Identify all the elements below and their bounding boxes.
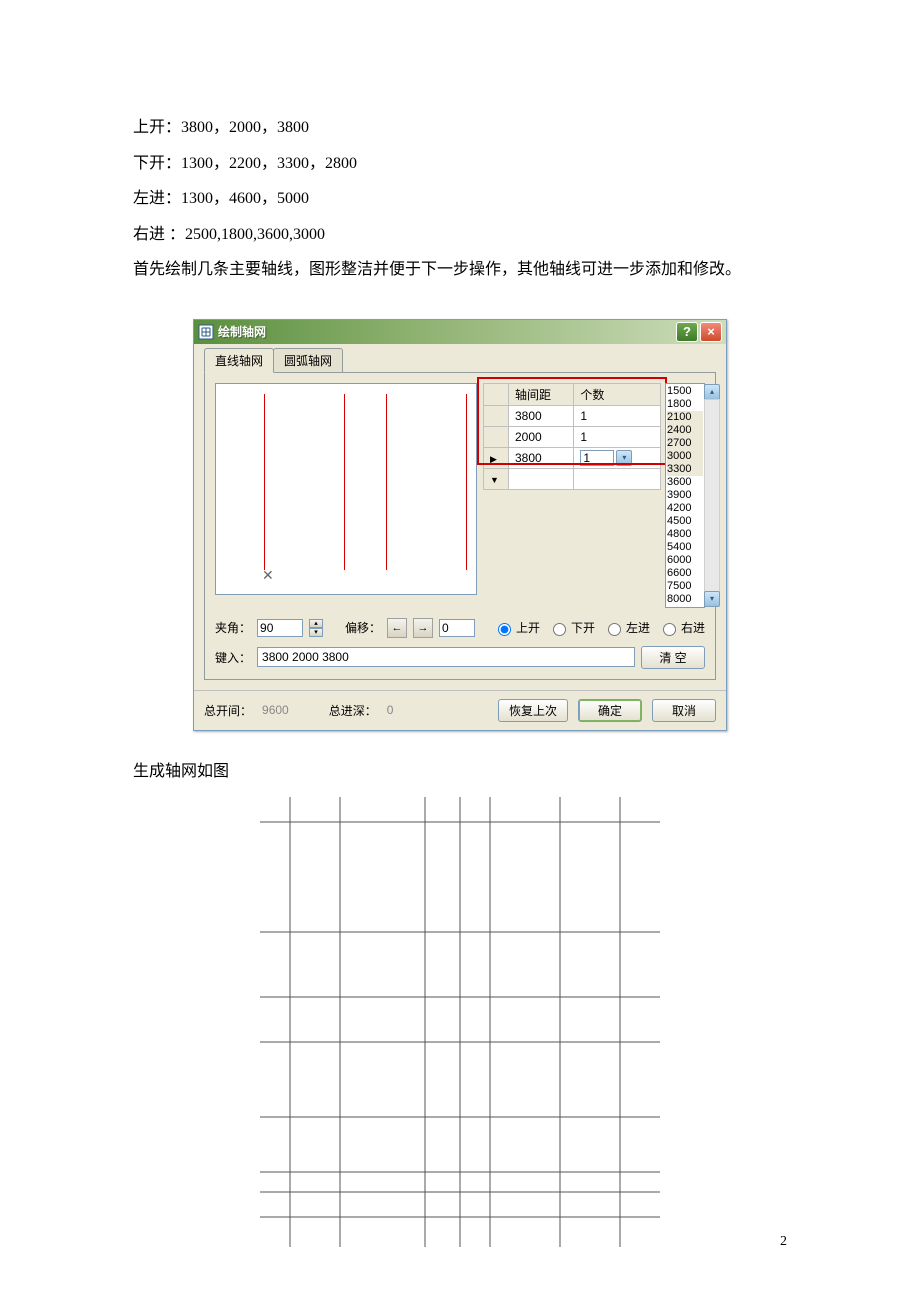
- list-item[interactable]: 2100: [667, 411, 703, 424]
- spin-down-icon[interactable]: ▾: [309, 628, 323, 637]
- dialog-title: 绘制轴网: [218, 323, 266, 340]
- radio-left[interactable]: 左进: [603, 619, 650, 636]
- radio-right[interactable]: 右进: [658, 619, 705, 636]
- close-button[interactable]: ×: [700, 322, 722, 342]
- col-count: 个数: [574, 383, 661, 405]
- list-item[interactable]: 3300: [667, 463, 703, 476]
- angle-input[interactable]: [257, 619, 303, 637]
- table-cell[interactable]: 3800: [509, 405, 574, 426]
- angle-label: 夹角：: [215, 619, 251, 636]
- cancel-button[interactable]: 取消: [652, 699, 716, 722]
- total-span-label: 总开间：: [204, 702, 252, 719]
- angle-spinner[interactable]: ▴ ▾: [309, 619, 323, 637]
- result-label: 生成轴网如图: [133, 757, 787, 781]
- intro-l1: 上开：3800，2000，3800: [133, 115, 787, 141]
- total-depth-label: 总进深：: [329, 702, 377, 719]
- list-item[interactable]: 2400: [667, 424, 703, 437]
- marker-x-icon: ✕: [262, 567, 274, 584]
- list-item[interactable]: 2700: [667, 437, 703, 450]
- offset-right-button[interactable]: →: [413, 618, 433, 638]
- table-cell[interactable]: 1: [574, 426, 661, 447]
- list-item[interactable]: 7500: [667, 580, 703, 593]
- intro-l2: 下开：1300，2200，3300，2800: [133, 151, 787, 177]
- scrollbar-track[interactable]: [704, 399, 720, 592]
- radio-bottom[interactable]: 下开: [548, 619, 595, 636]
- list-item[interactable]: 5400: [667, 541, 703, 554]
- size-list[interactable]: 1500 1800 2100 2400 2700 3000 3300 3600 …: [665, 383, 705, 608]
- spacing-table[interactable]: 轴间距个数 38001 20001 3800 ▾: [483, 383, 661, 490]
- keyin-input[interactable]: [257, 647, 635, 667]
- app-icon: [198, 324, 214, 340]
- table-cell[interactable]: 1: [574, 405, 661, 426]
- list-item[interactable]: 4200: [667, 502, 703, 515]
- intro-text: 上开：3800，2000，3800 下开：1300，2200，3300，2800…: [133, 115, 787, 283]
- list-item[interactable]: 1500: [667, 385, 703, 398]
- clear-button[interactable]: 清 空: [641, 646, 705, 669]
- offset-input[interactable]: [439, 619, 475, 637]
- radio-top[interactable]: 上开: [493, 619, 540, 636]
- page-number: 2: [780, 1234, 787, 1250]
- tab-straight-grid[interactable]: 直线轴网: [204, 348, 274, 373]
- table-cell-edit[interactable]: ▾: [574, 447, 661, 468]
- list-item[interactable]: 6600: [667, 567, 703, 580]
- scroll-up-icon[interactable]: ▴: [704, 384, 720, 400]
- count-input[interactable]: [580, 450, 614, 466]
- list-item[interactable]: 1800: [667, 398, 703, 411]
- draw-grid-dialog: 绘制轴网 ? × 直线轴网 圆弧轴网: [193, 319, 727, 731]
- keyin-label: 键入：: [215, 649, 251, 666]
- list-item[interactable]: 3600: [667, 476, 703, 489]
- intro-l5: 首先绘制几条主要轴线，图形整洁并便于下一步操作，其他轴线可进一步添加和修改。: [133, 257, 787, 283]
- scroll-down-icon[interactable]: ▾: [704, 591, 720, 607]
- offset-left-button[interactable]: ←: [387, 618, 407, 638]
- list-item[interactable]: 4800: [667, 528, 703, 541]
- dropdown-icon[interactable]: ▾: [616, 450, 632, 466]
- preview-area: ✕: [215, 383, 477, 595]
- help-button[interactable]: ?: [676, 322, 698, 342]
- list-item[interactable]: 8000: [667, 593, 703, 606]
- intro-l3: 左进：1300，4600，5000: [133, 186, 787, 212]
- list-item[interactable]: 4500: [667, 515, 703, 528]
- offset-label: 偏移：: [345, 619, 381, 636]
- total-span-value: 9600: [262, 703, 289, 717]
- list-item[interactable]: 6000: [667, 554, 703, 567]
- list-item[interactable]: 3900: [667, 489, 703, 502]
- title-bar[interactable]: 绘制轴网 ? ×: [194, 320, 726, 344]
- total-depth-value: 0: [387, 703, 394, 717]
- restore-button[interactable]: 恢复上次: [498, 699, 568, 722]
- tab-strip: 直线轴网 圆弧轴网: [204, 350, 716, 373]
- table-cell[interactable]: 2000: [509, 426, 574, 447]
- tab-arc-grid[interactable]: 圆弧轴网: [273, 348, 343, 372]
- table-cell[interactable]: 3800: [509, 447, 574, 468]
- col-distance: 轴间距: [509, 383, 574, 405]
- grid-figure: [133, 797, 787, 1247]
- list-item[interactable]: 3000: [667, 450, 703, 463]
- intro-l4: 右进 ：2500,1800,3600,3000: [133, 222, 787, 248]
- ok-button[interactable]: 确定: [578, 699, 642, 722]
- spin-up-icon[interactable]: ▴: [309, 619, 323, 628]
